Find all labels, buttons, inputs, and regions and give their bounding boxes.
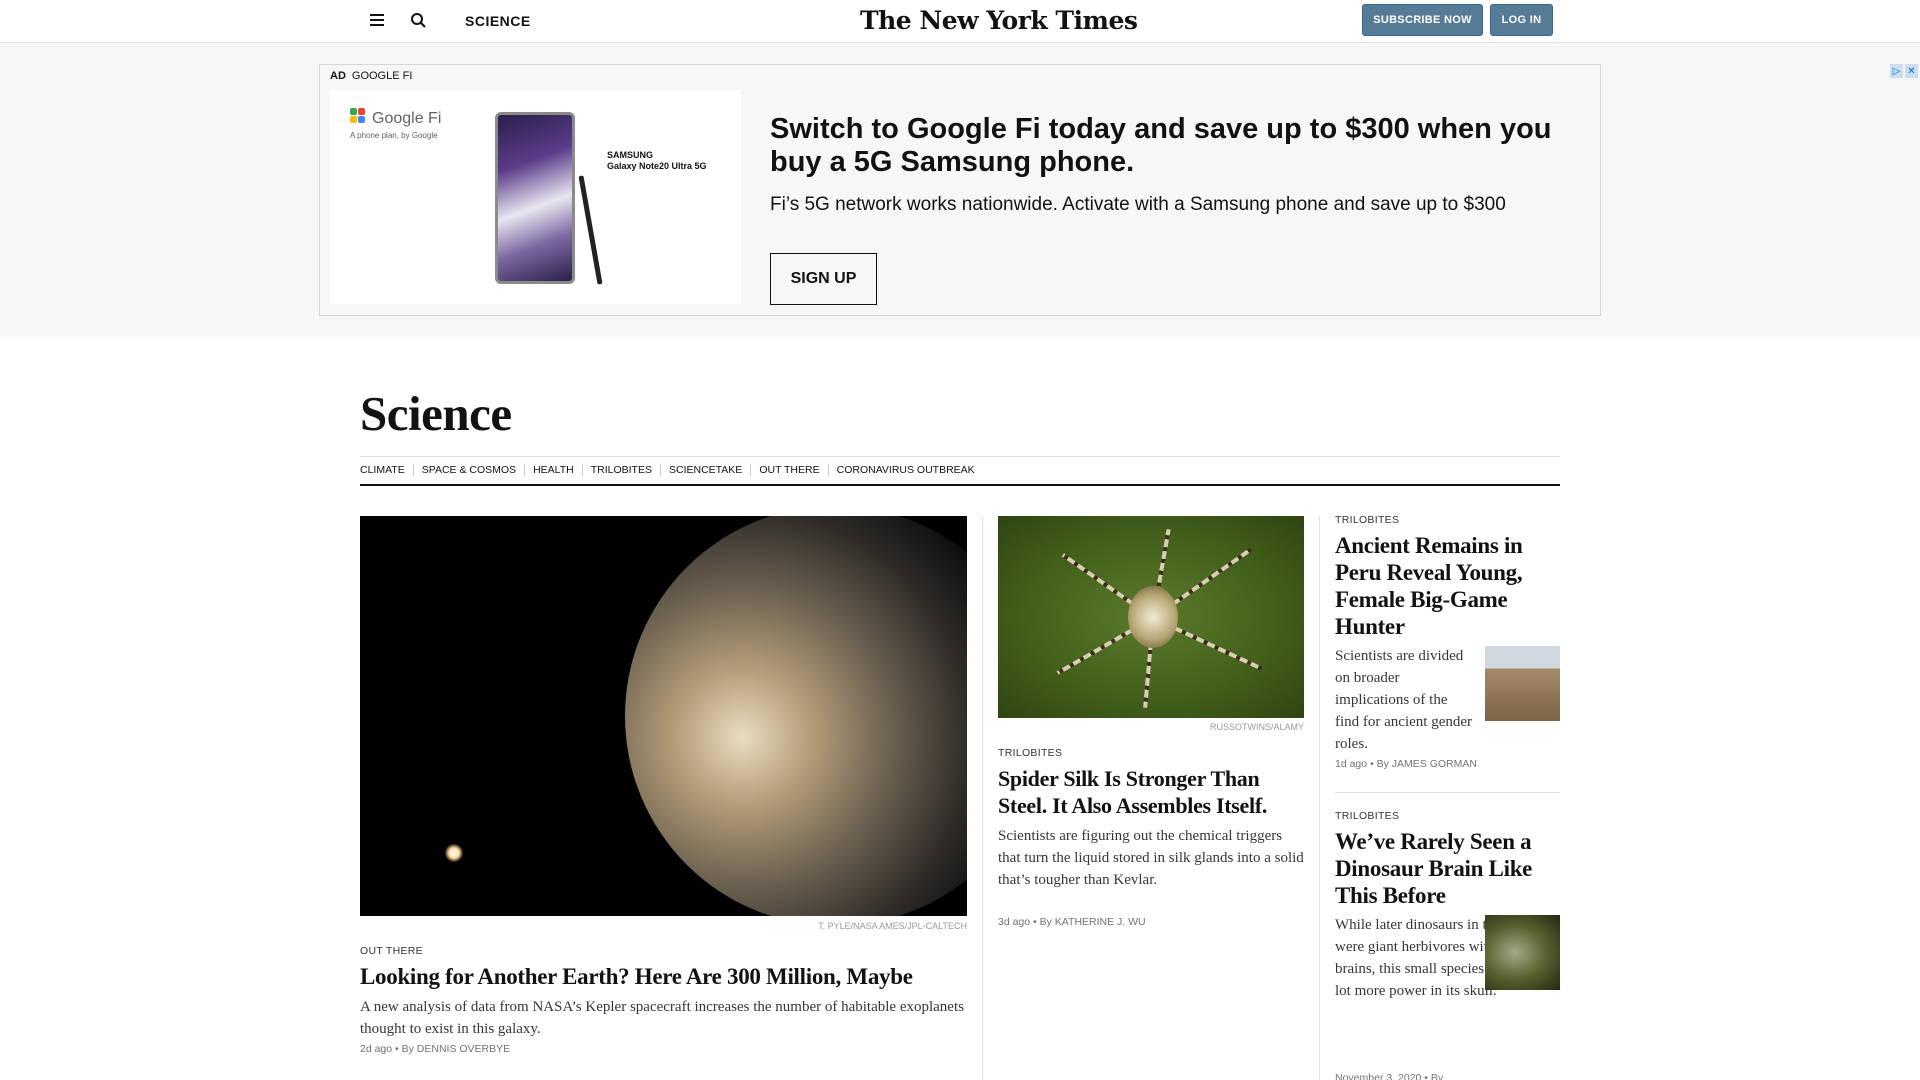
ad-signup-button[interactable]: SIGN UP [770, 253, 877, 305]
column-divider [1319, 516, 1320, 1080]
excavation-thumbnail[interactable] [1485, 646, 1560, 721]
ad-label: AD GOOGLE FI [330, 70, 412, 82]
story-kicker[interactable]: TRILOBITES [1335, 514, 1399, 526]
story-headline[interactable]: We’ve Rarely Seen a Dinosaur Brain Like … [1335, 828, 1560, 909]
subnav-divider-bottom [360, 484, 1560, 486]
dinosaur-thumbnail[interactable] [1485, 915, 1560, 990]
image-credit: T. PYLE/NASA AMES/JPL-CALTECH [818, 921, 967, 931]
exoplanet-illustration [625, 516, 967, 916]
ad-image[interactable]: Google Fi A phone plan, by Google SAMSUN… [330, 90, 741, 304]
adchoices-icon[interactable]: ▷ [1890, 64, 1903, 78]
samsung-model: Galaxy Note20 Ultra 5G [607, 161, 707, 171]
google-fi-logo: Google Fi [350, 108, 441, 128]
subnav-coronavirus[interactable]: CORONAVIRUS OUTBREAK [827, 464, 983, 476]
subnav-space-cosmos[interactable]: SPACE & COSMOS [412, 464, 524, 476]
page-title: Science [360, 386, 512, 441]
subnav-trilobites[interactable]: TRILOBITES [581, 464, 660, 476]
subnav-sciencetake[interactable]: SCIENCETAKE [659, 464, 750, 476]
samsung-product-label: SAMSUNG Galaxy Note20 Ultra 5G [607, 150, 707, 172]
section-subnav: CLIMATE SPACE & COSMOS HEALTH TRILOBITES… [360, 464, 983, 476]
hamburger-menu-icon[interactable] [366, 11, 388, 31]
story-summary: A new analysis of data from NASA’s Keple… [360, 999, 964, 1037]
section-link[interactable]: SCIENCE [465, 13, 531, 29]
samsung-brand: SAMSUNG [607, 150, 654, 160]
star-illustration [445, 844, 463, 862]
subnav-climate[interactable]: CLIMATE [360, 464, 413, 476]
subnav-divider-top [360, 456, 1560, 457]
ad-advertiser: GOOGLE FI [351, 70, 413, 82]
google-fi-tagline: A phone plan, by Google [350, 131, 438, 140]
search-icon[interactable] [408, 10, 430, 32]
phone-image [495, 112, 575, 284]
subnav-health[interactable]: HEALTH [524, 464, 582, 476]
story-kicker[interactable]: TRILOBITES [998, 747, 1062, 759]
story-summary: Scientists are divided on broader implic… [1335, 648, 1473, 752]
subscribe-button[interactable]: SUBSCRIBE NOW [1362, 4, 1483, 36]
subnav-out-there[interactable]: OUT THERE [750, 464, 827, 476]
google-fi-icon [350, 108, 365, 123]
story-meta: 1d ago • By JAMES GORMAN [1335, 758, 1477, 770]
story-headline[interactable]: Ancient Remains in Peru Reveal Young, Fe… [1335, 532, 1560, 640]
story-meta: 2d ago • By DENNIS OVERBYE [360, 1043, 511, 1055]
ad-body: Fi’s 5G network works nationwide. Activa… [770, 194, 1506, 215]
spider-story-image[interactable] [998, 516, 1304, 718]
story-headline[interactable]: Looking for Another Earth? Here Are 300 … [360, 963, 967, 991]
story-divider [1335, 792, 1560, 793]
lead-story-image[interactable] [360, 516, 967, 916]
login-button[interactable]: LOG IN [1490, 4, 1553, 36]
image-credit: RUSSOTWINS/ALAMY [1209, 722, 1304, 732]
top-bar: SCIENCE The New York Times SUBSCRIBE NOW… [0, 0, 1920, 43]
ad-headline[interactable]: Switch to Google Fi today and save up to… [770, 113, 1570, 179]
nyt-logo[interactable]: The New York Times [860, 6, 1138, 35]
spider-body [1128, 586, 1178, 648]
story-headline[interactable]: Spider Silk Is Stronger Than Steel. It A… [998, 765, 1304, 819]
ad-tag: AD [330, 70, 346, 82]
column-divider [982, 516, 983, 1080]
story-summary: Scientists are figuring out the chemical… [998, 828, 1304, 888]
ad-choices[interactable]: ▷ ✕ [1890, 64, 1918, 78]
story-meta: 3d ago • By KATHERINE J. WU [998, 916, 1146, 928]
ad-unit[interactable]: AD GOOGLE FI Google Fi A phone plan, by G… [319, 64, 1601, 316]
story-kicker[interactable]: TRILOBITES [1335, 810, 1399, 822]
story-meta: November 3, 2020 • By [1335, 1072, 1444, 1080]
google-fi-logo-text: Google Fi [372, 110, 442, 127]
ad-close-icon[interactable]: ✕ [1905, 64, 1918, 78]
story-kicker[interactable]: OUT THERE [360, 945, 423, 957]
stylus-image [578, 175, 603, 285]
